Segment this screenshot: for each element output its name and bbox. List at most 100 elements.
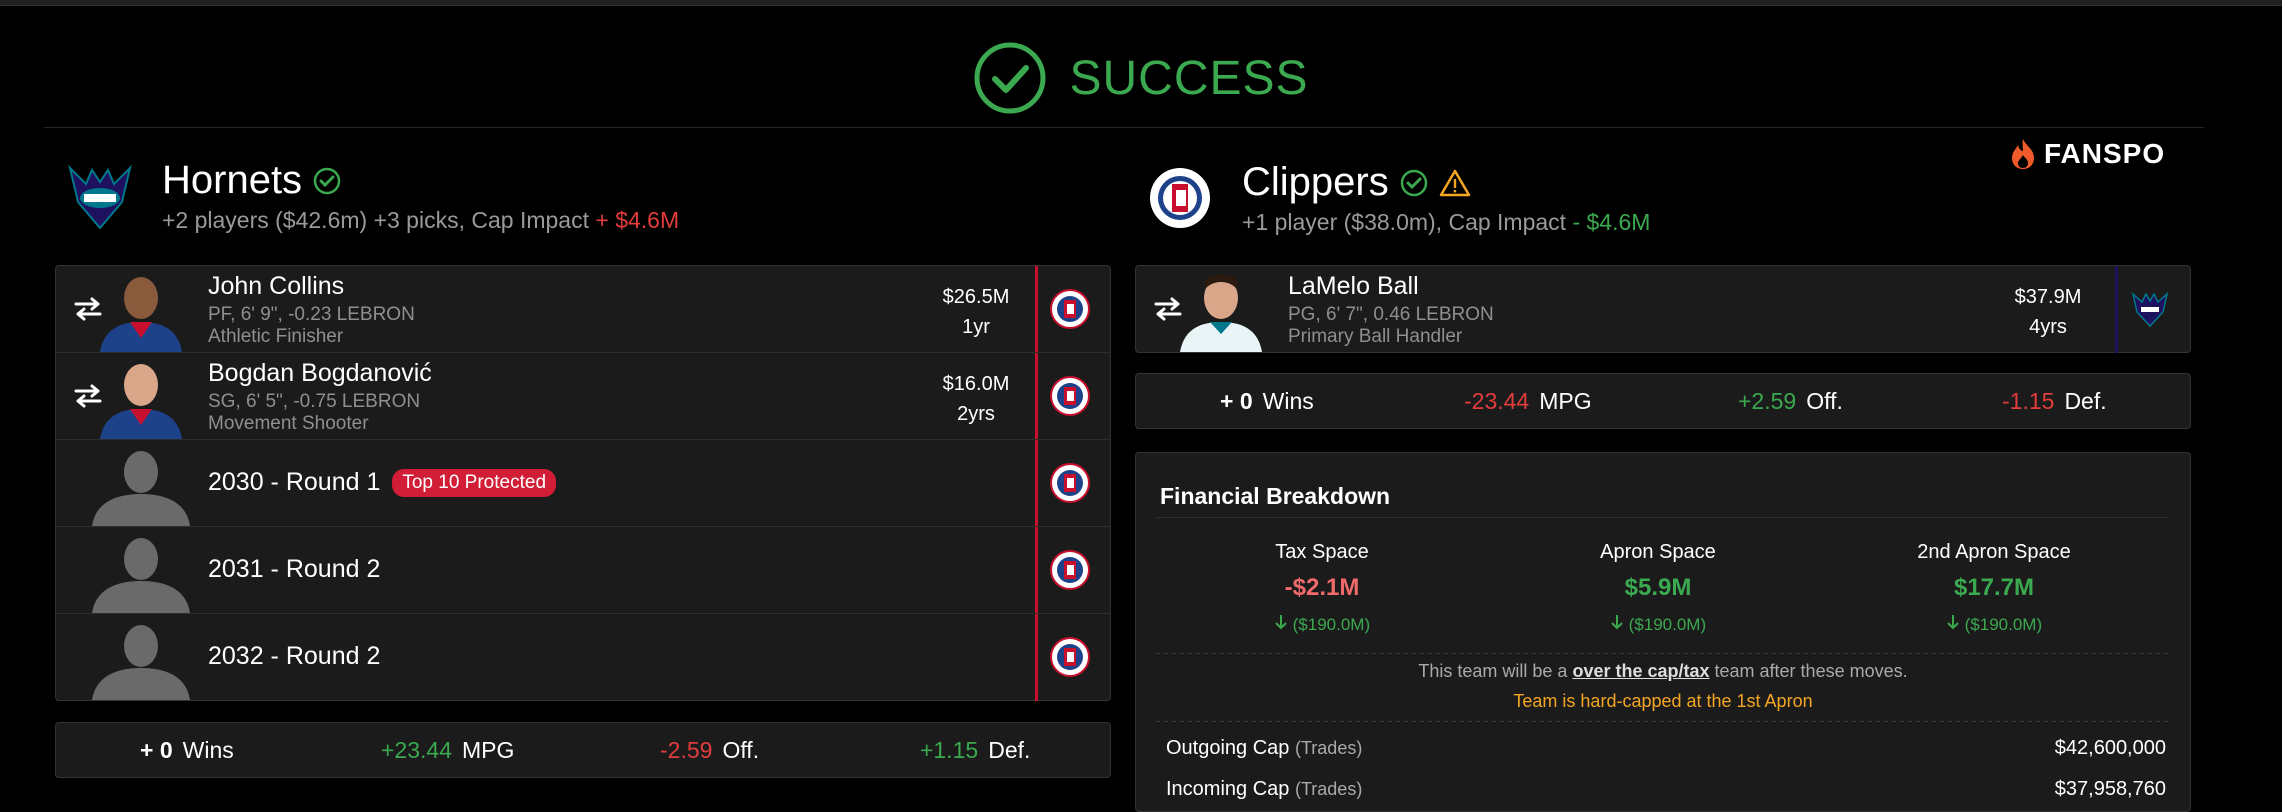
cap-impact: + $4.6M bbox=[595, 207, 680, 233]
mpg-stat: +23.44 MPG bbox=[381, 737, 514, 764]
summary-text: +1 player ($38.0m), Cap Impact bbox=[1242, 209, 1573, 235]
dashed-divider bbox=[1156, 653, 2168, 654]
contract: $26.5M 1yr bbox=[926, 282, 1026, 342]
wins-stat: + 0 Wins bbox=[140, 737, 234, 764]
pick-row[interactable]: 2032 - Round 2 bbox=[56, 614, 1110, 701]
cap-sublabel: (Trades) bbox=[1294, 779, 1363, 799]
summary-text: +2 players ($42.6m) +3 picks, Cap Impact bbox=[162, 207, 596, 233]
cap-impact: - $4.6M bbox=[1572, 209, 1651, 235]
arrow-down-icon bbox=[1947, 615, 1959, 630]
cap-label: Incoming Cap bbox=[1166, 778, 1290, 800]
check-circle-icon bbox=[974, 42, 1046, 114]
pick-name: 2031 - Round 2 bbox=[208, 555, 381, 583]
player-row[interactable]: LaMelo Ball PG, 6' 7", 0.46 LEBRON Primar… bbox=[1136, 266, 2190, 353]
financial-breakdown: Financial Breakdown Tax Space -$2.1M ($1… bbox=[1135, 452, 2191, 812]
hard-cap-warning: Team is hard-capped at the 1st Apron bbox=[1513, 691, 1813, 711]
hornets-logo-icon bbox=[2131, 291, 2169, 328]
team-summary: +1 player ($38.0m), Cap Impact - $4.6M bbox=[1242, 209, 1650, 236]
tax-space: Tax Space -$2.1M ($190.0M) bbox=[1192, 541, 1452, 635]
change-value: ($190.0M) bbox=[1964, 615, 2043, 634]
contract: $16.0M 2yrs bbox=[926, 369, 1026, 429]
wins-value: + 0 bbox=[140, 737, 173, 763]
off-value: +2.59 bbox=[1738, 388, 1797, 414]
change-value: ($190.0M) bbox=[1628, 615, 1707, 634]
def-stat: +1.15 Def. bbox=[920, 737, 1030, 764]
silhouette-icon bbox=[92, 538, 190, 613]
silhouette-icon bbox=[92, 625, 190, 700]
def-value: +1.15 bbox=[920, 737, 979, 763]
clippers-incoming-list: LaMelo Ball PG, 6' 7", 0.46 LEBRON Primar… bbox=[1135, 265, 2191, 353]
team-summary: +2 players ($42.6m) +3 picks, Cap Impact… bbox=[162, 207, 679, 234]
clippers-logo-icon bbox=[1050, 289, 1090, 329]
arrow-down-icon bbox=[1611, 615, 1623, 630]
incoming-cap-row: Incoming Cap (Trades) $37,958,760 bbox=[1166, 778, 2166, 801]
note-text: This team will be a bbox=[1418, 661, 1573, 681]
def-label: Def. bbox=[988, 737, 1031, 763]
flame-icon bbox=[2012, 139, 2034, 169]
outgoing-cap-row: Outgoing Cap (Trades) $42,600,000 bbox=[1166, 737, 2166, 760]
metric-label: Apron Space bbox=[1600, 541, 1716, 563]
metric-change: ($190.0M) bbox=[1192, 614, 1452, 635]
off-label: Off. bbox=[722, 737, 760, 763]
metric-change: ($190.0M) bbox=[1528, 614, 1788, 635]
dashed-divider bbox=[1156, 721, 2168, 722]
def-label: Def. bbox=[2064, 388, 2107, 414]
pick-info: 2032 - Round 2 bbox=[208, 642, 380, 671]
fanspo-logo[interactable]: FANSPO bbox=[2008, 138, 2165, 170]
apron-space: Apron Space $5.9M ($190.0M) bbox=[1528, 541, 1788, 635]
check-circle-icon bbox=[313, 167, 341, 194]
player-row[interactable]: John Collins PF, 6' 9", -0.23 LEBRON Athl… bbox=[56, 266, 1110, 353]
pick-info: 2031 - Round 2 bbox=[208, 555, 380, 584]
contract-years: 1yr bbox=[962, 316, 990, 338]
fanspo-text: FANSPO bbox=[2044, 138, 2166, 169]
cap-sublabel: (Trades) bbox=[1294, 738, 1363, 758]
team-color-bar bbox=[1035, 527, 1038, 613]
mpg-stat: -23.44 MPG bbox=[1464, 388, 1592, 415]
cap-status-link[interactable]: over the cap/tax bbox=[1572, 661, 1709, 681]
player-role: Movement Shooter bbox=[208, 413, 369, 434]
pick-row[interactable]: 2031 - Round 2 bbox=[56, 527, 1110, 614]
off-label: Off. bbox=[1806, 388, 1843, 414]
player-row[interactable]: Bogdan Bogdanović SG, 6' 5", -0.75 LEBRO… bbox=[56, 353, 1110, 440]
hornets-logo-icon bbox=[62, 158, 138, 234]
team-color-bar bbox=[2115, 266, 2118, 353]
player-position: PF, 6' 9", -0.23 LEBRON bbox=[208, 304, 415, 325]
clippers-logo-icon bbox=[1050, 376, 1090, 416]
hornets-header: Hornets +2 players ($42.6m) +3 picks, Ca… bbox=[62, 158, 679, 234]
wins-label: Wins bbox=[1262, 388, 1314, 414]
mpg-value: +23.44 bbox=[381, 737, 452, 763]
def-value: -1.15 bbox=[2002, 388, 2055, 414]
pick-name: 2030 - Round 1 bbox=[208, 468, 381, 496]
team-color-bar bbox=[1035, 266, 1038, 352]
contract-years: 4yrs bbox=[2029, 316, 2067, 338]
top-bar bbox=[0, 0, 2282, 6]
mpg-value: -23.44 bbox=[1464, 388, 1530, 414]
player-info: PF, 6' 9", -0.23 LEBRON Athletic Finisher bbox=[208, 304, 415, 348]
player-role: Primary Ball Handler bbox=[1288, 326, 1463, 347]
change-value: ($190.0M) bbox=[1292, 615, 1371, 634]
clippers-logo-icon bbox=[1050, 550, 1090, 590]
contract: $37.9M 4yrs bbox=[1998, 282, 2098, 342]
player-photo-icon bbox=[1180, 274, 1262, 352]
player-info: SG, 6' 5", -0.75 LEBRON Movement Shooter bbox=[208, 391, 420, 435]
metric-change: ($190.0M) bbox=[1864, 614, 2124, 635]
mpg-label: MPG bbox=[462, 737, 515, 763]
arrow-down-icon bbox=[1275, 615, 1287, 630]
clippers-logo-icon bbox=[1150, 168, 1210, 228]
pick-info: 2030 - Round 1 Top 10 Protected bbox=[208, 468, 557, 497]
team-color-bar bbox=[1035, 614, 1038, 701]
team-name: Clippers bbox=[1242, 160, 1389, 204]
player-name[interactable]: Bogdan Bogdanović bbox=[208, 359, 432, 388]
pick-row[interactable]: 2030 - Round 1 Top 10 Protected bbox=[56, 440, 1110, 527]
metric-label: 2nd Apron Space bbox=[1917, 541, 2071, 563]
note-text: team after these moves. bbox=[1709, 661, 1908, 681]
salary: $26.5M bbox=[942, 286, 1010, 308]
player-name[interactable]: John Collins bbox=[208, 272, 344, 301]
player-name[interactable]: LaMelo Ball bbox=[1288, 272, 1419, 301]
player-info: PG, 6' 7", 0.46 LEBRON Primary Ball Handl… bbox=[1288, 304, 1494, 348]
metric-value: $17.7M bbox=[1953, 574, 2035, 601]
player-position: PG, 6' 7", 0.46 LEBRON bbox=[1288, 304, 1494, 325]
clippers-logo-icon bbox=[1050, 463, 1090, 503]
cap-value: $37,958,760 bbox=[2054, 778, 2166, 800]
wins-label: Wins bbox=[182, 737, 234, 763]
